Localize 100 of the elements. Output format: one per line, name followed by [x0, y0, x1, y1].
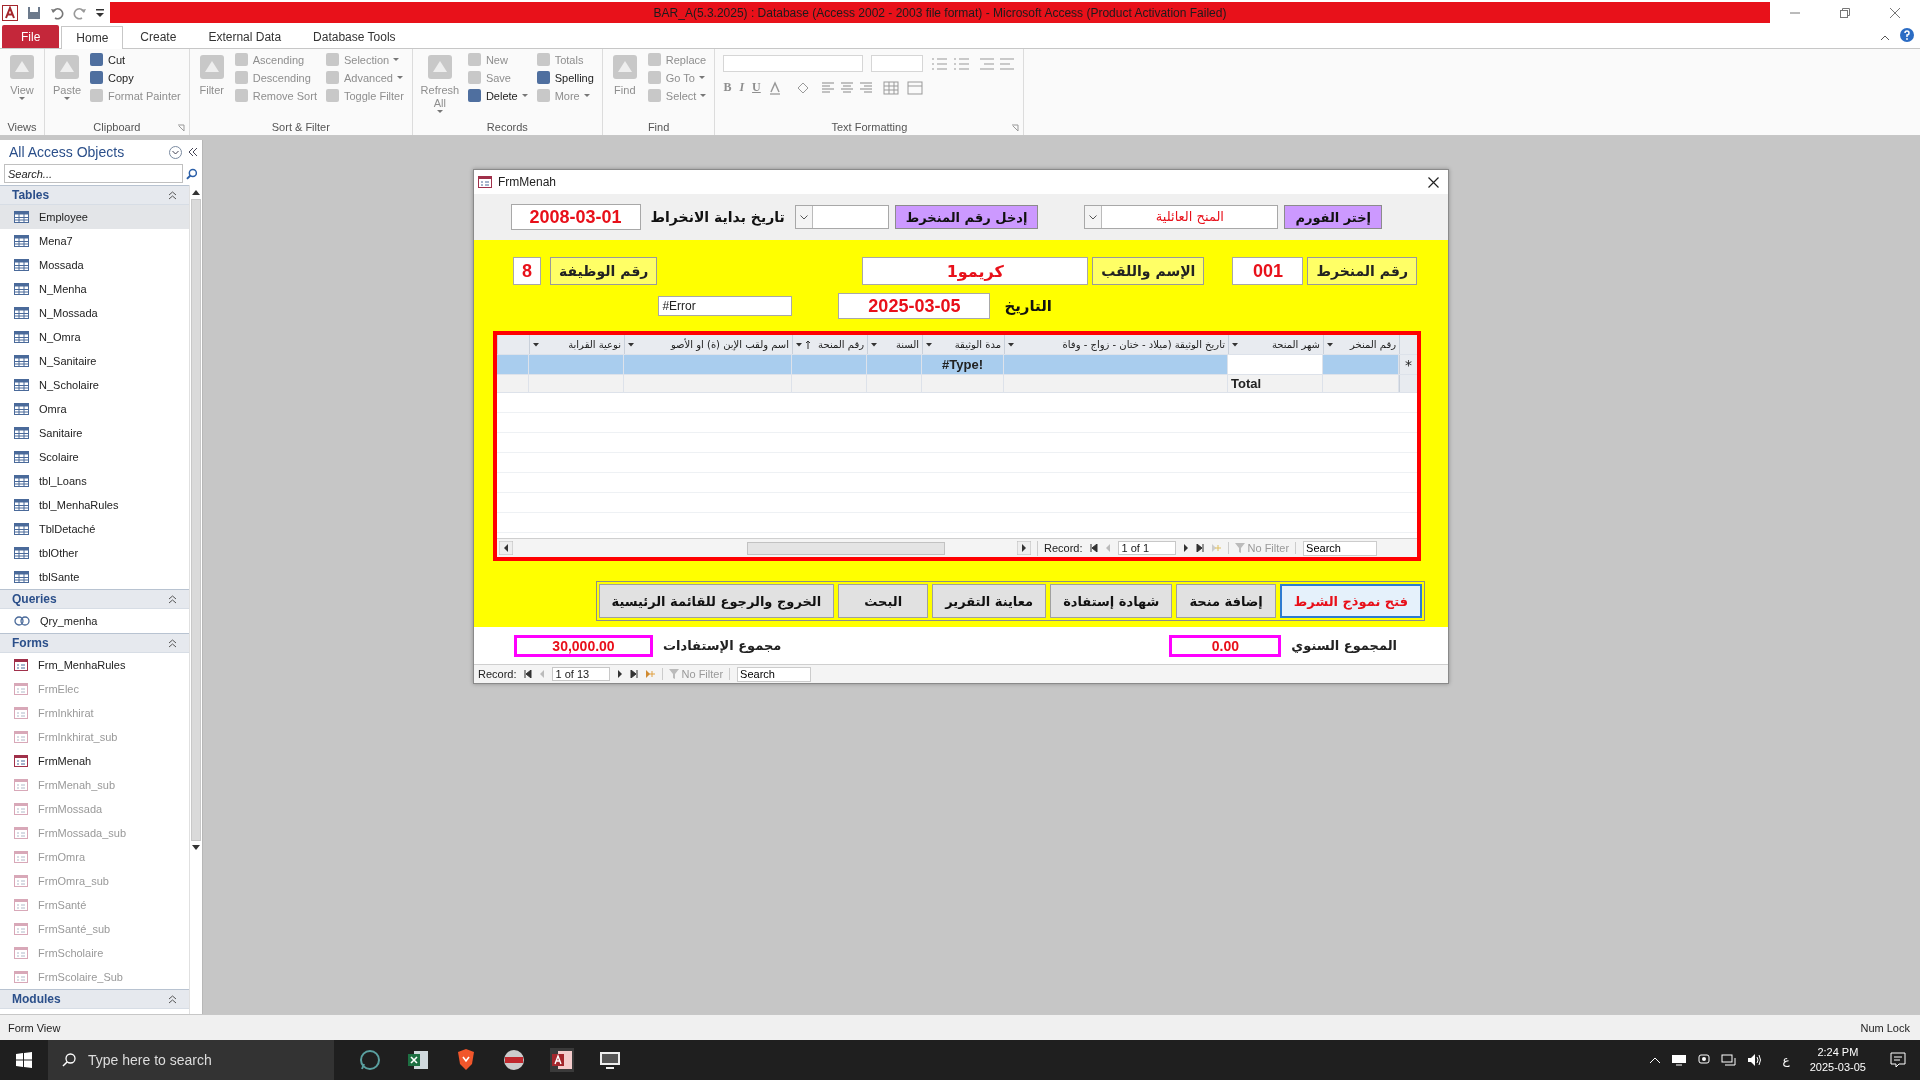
nav-item[interactable]: Scolaire	[0, 445, 189, 469]
next-record-icon[interactable]	[616, 670, 623, 678]
nav-item[interactable]: FrmMenah	[0, 749, 189, 773]
column-header[interactable]: نوعية القرابة	[529, 335, 624, 354]
form-button[interactable]: إضافة منحة	[1176, 584, 1276, 618]
ribbon-button[interactable]: Cut	[89, 52, 185, 67]
first-record-icon[interactable]	[1089, 544, 1098, 552]
restore-icon[interactable]	[1839, 6, 1851, 19]
next-record-icon[interactable]	[1182, 544, 1189, 552]
column-header[interactable]: شهر المنحة	[1228, 335, 1323, 354]
new-record-icon[interactable]	[644, 670, 655, 678]
column-header[interactable]: السنة	[867, 335, 922, 354]
customize-icon[interactable]	[96, 7, 104, 18]
collapse-ribbon-icon[interactable]	[1880, 34, 1890, 42]
error-field[interactable]: #Error	[658, 296, 793, 316]
section-header[interactable]: Tables	[0, 185, 189, 205]
section-header[interactable]: Modules	[0, 989, 189, 1009]
ribbon-tab[interactable]: File	[2, 25, 60, 48]
nav-item[interactable]: Mena7	[0, 229, 189, 253]
nav-item[interactable]: Mossada	[0, 253, 189, 277]
row-selector[interactable]: *	[1399, 355, 1417, 374]
nav-item[interactable]: tbl_Loans	[0, 469, 189, 493]
scroll-right-icon[interactable]	[1017, 541, 1031, 555]
close-icon[interactable]	[1428, 176, 1439, 188]
date-field[interactable]: 2025-03-05	[838, 293, 991, 319]
nav-item[interactable]: Employee	[0, 205, 189, 229]
scroll-up-icon[interactable]	[192, 189, 200, 195]
search-field[interactable]: Search	[1303, 540, 1378, 556]
ribbon-tab[interactable]: Create	[125, 25, 192, 48]
form-button[interactable]: فتح نموذج الشرط	[1279, 584, 1422, 618]
first-record-icon[interactable]	[523, 670, 532, 678]
job-number-field[interactable]: 8	[513, 257, 541, 285]
taskbar-search-field[interactable]: Type here to search	[48, 1040, 334, 1080]
form-combo[interactable]: المنح العائلية	[1084, 205, 1279, 229]
search-field[interactable]: Search	[737, 666, 812, 682]
dialog-launcher-icon[interactable]	[176, 124, 185, 132]
database-app-icon[interactable]	[550, 1048, 574, 1072]
redo-icon[interactable]	[73, 5, 87, 20]
font-name-field[interactable]	[723, 55, 864, 72]
nav-item[interactable]: N_Omra	[0, 325, 189, 349]
help-icon[interactable]	[1900, 28, 1914, 42]
form-button[interactable]: معاينة التقرير	[932, 584, 1047, 618]
nav-item[interactable]: Qry_menha	[0, 609, 189, 633]
search-field[interactable]: Search...	[4, 164, 184, 183]
disc-icon[interactable]	[502, 1048, 526, 1072]
nav-item[interactable]: Sanitaire	[0, 421, 189, 445]
nav-item[interactable]: N_Mossada	[0, 301, 189, 325]
row-color-icon[interactable]	[906, 80, 923, 95]
column-header[interactable]: تاريخ الوثيقة (ميلاد - ختان - زواج - وفاة	[1004, 335, 1228, 354]
record-number-field[interactable]: 1 of 13	[551, 667, 610, 681]
scrollbar-thumb[interactable]	[191, 199, 201, 841]
column-header[interactable]: رقم المنحة	[792, 335, 867, 354]
ribbon-tab[interactable]: Home	[61, 26, 124, 49]
nav-item[interactable]: Omra	[0, 397, 189, 421]
nav-item[interactable]: tblOther	[0, 541, 189, 565]
collapse-icon[interactable]	[188, 147, 198, 157]
scroll-down-icon[interactable]	[192, 845, 200, 851]
scroll-left-icon[interactable]	[499, 541, 513, 555]
enter-number-button[interactable]: إدخل رقم المنخرط	[894, 205, 1039, 229]
ribbon-tab[interactable]: External Data	[193, 25, 297, 48]
nav-item[interactable]: N_Sanitaire	[0, 349, 189, 373]
nav-item[interactable]: N_Scholaire	[0, 373, 189, 397]
ribbon-button[interactable]: Copy	[89, 70, 185, 85]
section-header[interactable]: Forms	[0, 633, 189, 653]
display-icon[interactable]	[1670, 1053, 1687, 1067]
nav-item[interactable]: Frm_MenhaRules	[0, 653, 189, 677]
form-button[interactable]: البحث	[838, 584, 929, 618]
ribbon-tab[interactable]: Database Tools	[298, 25, 411, 48]
clock[interactable]: 2:24 PM 2025-03-05	[1809, 1045, 1866, 1075]
language-indicator[interactable]: ع	[1782, 1053, 1790, 1067]
spreadsheet-icon[interactable]	[406, 1048, 430, 1072]
name-field[interactable]: كريمو1	[862, 257, 1089, 285]
scrollbar-thumb[interactable]	[747, 541, 945, 555]
chevron-up-icon[interactable]	[1648, 1056, 1661, 1064]
record-number-field[interactable]: 1 of 1	[1117, 541, 1176, 555]
save-icon[interactable]	[27, 5, 41, 20]
search-icon[interactable]	[186, 167, 198, 180]
section-header[interactable]: Queries	[0, 589, 189, 609]
ribbon-button[interactable]: Spelling	[535, 70, 598, 85]
volume-icon[interactable]	[1746, 1053, 1763, 1067]
start-icon[interactable]	[16, 1052, 32, 1068]
last-record-icon[interactable]	[629, 670, 638, 678]
ribbon-button[interactable]: Delete	[466, 88, 532, 103]
form-button[interactable]: شهادة إستفادة	[1050, 584, 1173, 618]
start-date-field[interactable]: 2008-03-01	[510, 204, 641, 230]
choose-form-button[interactable]: إختر الفورم	[1284, 205, 1382, 229]
notification-icon[interactable]	[1890, 1052, 1906, 1068]
font-size-field[interactable]	[871, 55, 924, 72]
datasheet-row[interactable]: Total	[497, 375, 1417, 393]
nav-item[interactable]: tblSante	[0, 565, 189, 589]
datasheet-row[interactable]: #Type! *	[497, 355, 1417, 375]
dialog-launcher-icon[interactable]	[1011, 124, 1020, 132]
nav-item[interactable]: N_Menha	[0, 277, 189, 301]
column-header[interactable]: مدة الوثيقة	[922, 335, 1004, 354]
employee-number-field[interactable]: 001	[1232, 257, 1304, 285]
nav-item[interactable]: TblDetaché	[0, 517, 189, 541]
last-record-icon[interactable]	[1195, 544, 1204, 552]
form-button[interactable]: الخروج والرجوع للقائمة الرئيسية	[598, 584, 835, 618]
undo-icon[interactable]	[50, 5, 64, 20]
column-header[interactable]: اسم ولقب الإبن (ة) او الأصو	[624, 335, 792, 354]
